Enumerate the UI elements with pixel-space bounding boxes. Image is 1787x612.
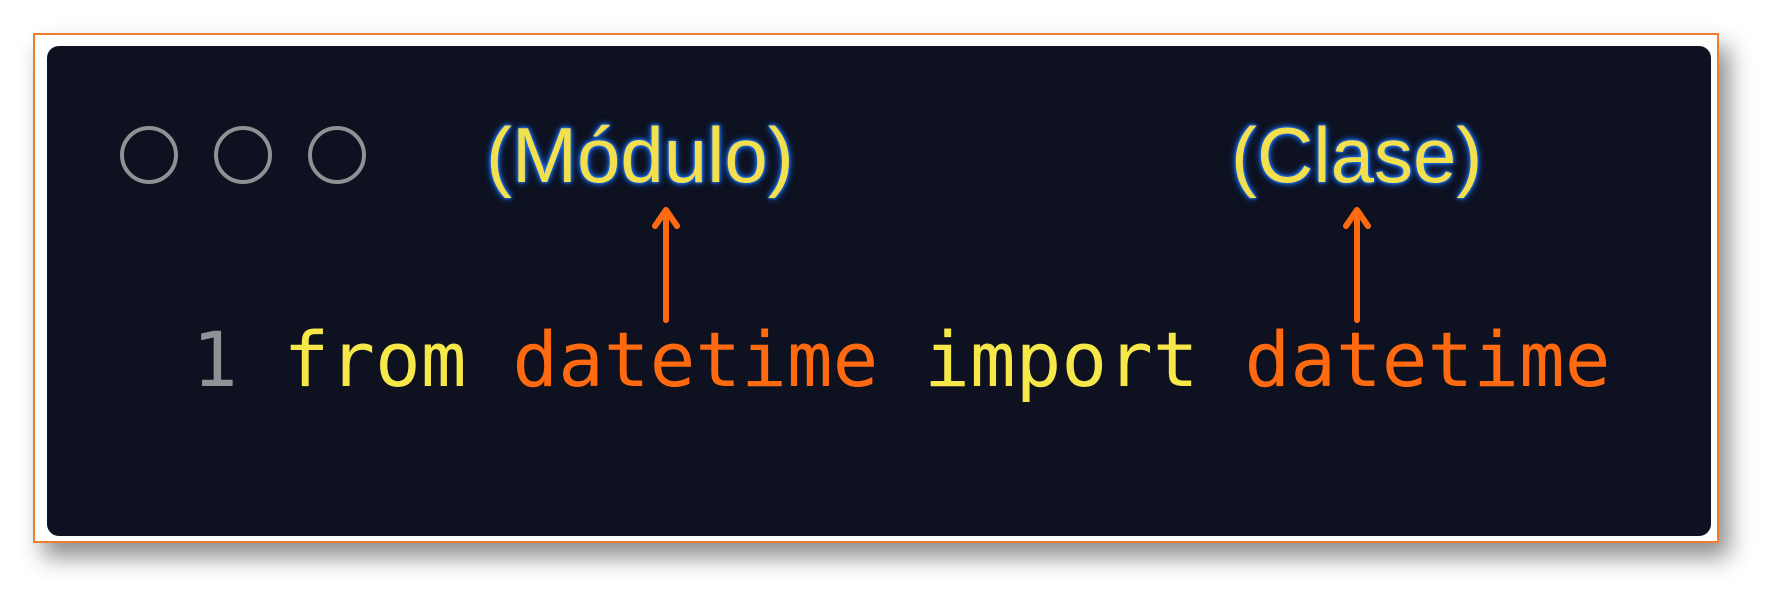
keyword-from: from	[283, 315, 467, 404]
class-identifier: datetime	[1244, 315, 1611, 404]
window-controls	[120, 126, 366, 184]
up-arrow-icon	[1343, 207, 1371, 323]
keyword-import: import	[924, 315, 1199, 404]
module-identifier: datetime	[512, 315, 879, 404]
class-annotation: (Clase)	[1231, 111, 1483, 199]
line-number: 1	[192, 315, 238, 404]
circle-icon[interactable]	[308, 126, 366, 184]
code-line-1[interactable]: 1 from datetime import datetime	[192, 322, 1611, 398]
circle-icon[interactable]	[214, 126, 272, 184]
up-arrow-icon	[652, 207, 680, 323]
module-annotation: (Módulo)	[486, 111, 794, 199]
circle-icon[interactable]	[120, 126, 178, 184]
